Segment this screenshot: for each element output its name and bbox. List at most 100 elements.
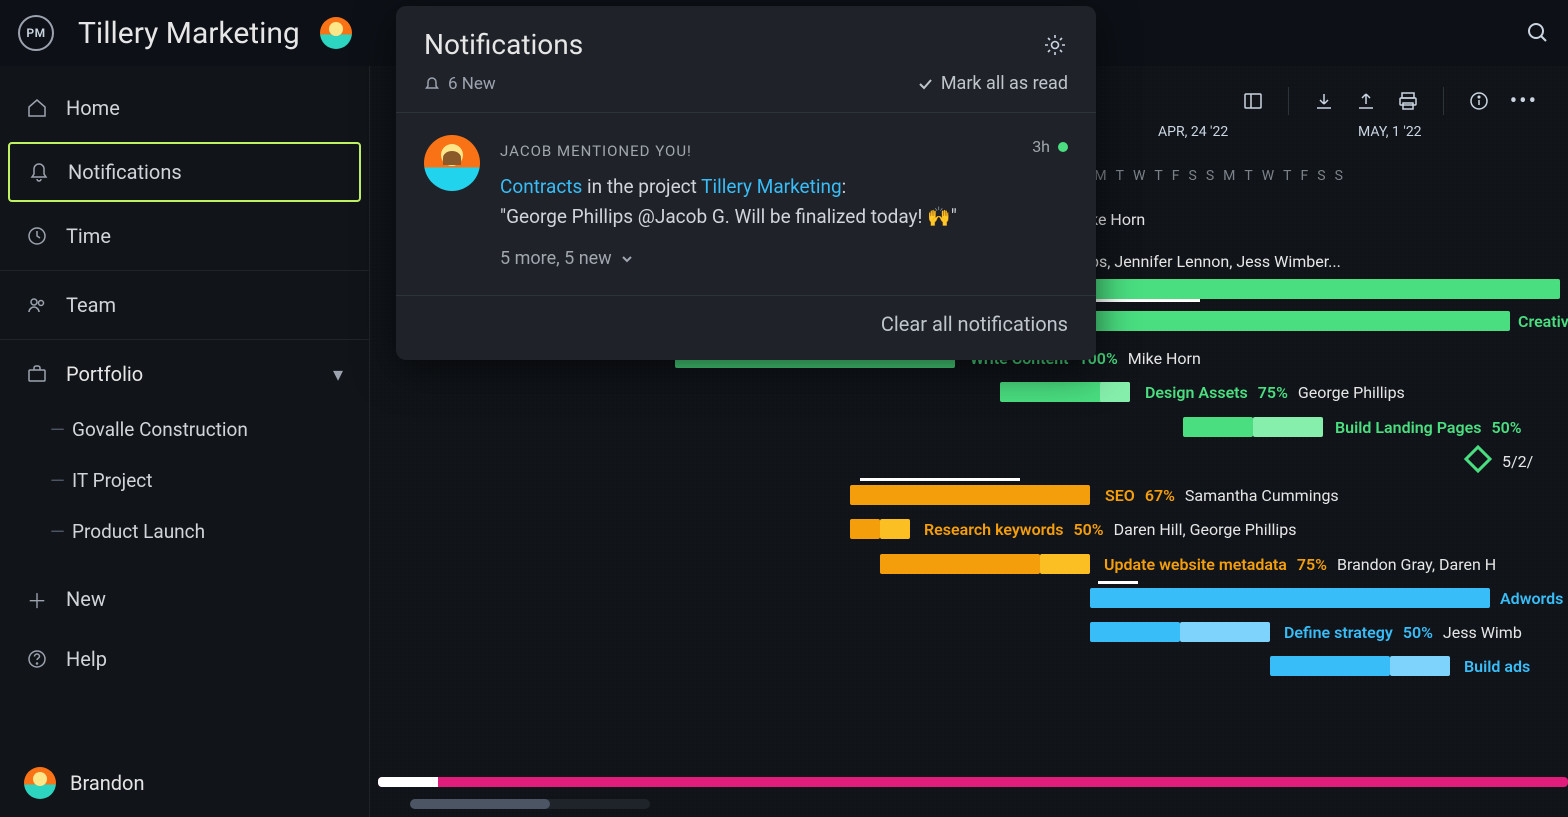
notif-text: :	[842, 175, 847, 198]
gantt-row[interactable]: Adwords	[390, 581, 1568, 615]
gear-icon[interactable]	[1042, 32, 1068, 58]
assignee: ps, Jennifer Lennon, Jess Wimber...	[1090, 252, 1341, 271]
user-avatar-sidebar	[24, 767, 56, 799]
more-icon[interactable]: •••	[1510, 89, 1538, 114]
portfolio-item-product[interactable]: Product Launch	[0, 506, 369, 557]
task-bar[interactable]	[1270, 656, 1390, 676]
nav-time[interactable]: Time	[0, 206, 369, 266]
plus-icon: ＋	[26, 588, 48, 610]
nav-label: Notifications	[68, 160, 182, 184]
gantt-row[interactable]: SEO67%Samantha Cummings	[390, 478, 1568, 512]
progress-line	[1090, 299, 1200, 302]
nav-help[interactable]: Help	[0, 629, 369, 689]
task-bar[interactable]	[1090, 588, 1490, 608]
gantt-row[interactable]: Design Assets75%George Phillips	[390, 375, 1568, 409]
user-avatar-header[interactable]	[320, 17, 352, 49]
bell-icon	[28, 161, 50, 183]
unread-dot-icon	[1058, 142, 1068, 152]
summary-track[interactable]	[378, 777, 1568, 787]
task-label: Update website metadata75%Brandon Gray, …	[1104, 555, 1496, 574]
task-label: SEO67%Samantha Cummings	[1105, 486, 1339, 505]
month-label: APR, 24 '22	[1158, 124, 1228, 140]
separator	[1288, 87, 1289, 115]
progress-line	[860, 478, 1020, 481]
download-icon[interactable]	[1313, 90, 1335, 112]
horizontal-scrollbar[interactable]	[410, 799, 650, 809]
team-icon	[26, 294, 48, 316]
gantt-row[interactable]: Update website metadata75%Brandon Gray, …	[390, 547, 1568, 581]
user-name: Brandon	[70, 771, 145, 795]
task-label: Build Landing Pages50%	[1335, 418, 1522, 437]
mark-all-read[interactable]: Mark all as read	[917, 73, 1068, 94]
task-bar[interactable]	[1090, 622, 1180, 642]
task-bar-remain	[880, 519, 910, 539]
task-bar[interactable]	[880, 554, 1040, 574]
new-count: 6 New	[448, 74, 496, 94]
notification-item[interactable]: JACOB MENTIONED YOU! 3h Contracts in the…	[396, 113, 1096, 295]
notif-text: in the project	[582, 175, 701, 198]
nav-label: Time	[66, 224, 111, 248]
gantt-row[interactable]: Build ads	[390, 649, 1568, 683]
milestone-date: 5/2/	[1502, 452, 1533, 471]
nav-new[interactable]: ＋ New	[0, 569, 369, 629]
gantt-row[interactable]: Build Landing Pages50%	[390, 410, 1568, 444]
help-icon	[26, 648, 48, 670]
gantt-row[interactable]: 5/2/	[390, 444, 1568, 478]
gantt-row[interactable]: Define strategy50%Jess Wimb	[390, 615, 1568, 649]
month-label: MAY, 1 '22	[1358, 124, 1422, 140]
home-icon	[26, 97, 48, 119]
portfolio-item-it[interactable]: IT Project	[0, 455, 369, 506]
print-icon[interactable]	[1397, 90, 1419, 112]
task-label: Design Assets75%George Phillips	[1145, 383, 1405, 402]
nav-home[interactable]: Home	[0, 78, 369, 138]
nav-notifications[interactable]: Notifications	[8, 142, 361, 202]
task-label: Build ads	[1464, 657, 1530, 676]
task-bar[interactable]	[1183, 417, 1253, 437]
task-bar[interactable]	[1090, 311, 1510, 331]
task-bar-remain	[1180, 622, 1270, 642]
search-icon[interactable]	[1526, 21, 1550, 45]
notif-time: 3h	[1032, 135, 1068, 160]
notifications-panel: Notifications 6 New Mark all as read JAC…	[396, 6, 1096, 360]
task-bar[interactable]	[1090, 279, 1560, 299]
upload-icon[interactable]	[1355, 90, 1377, 112]
nav-label: Help	[66, 647, 107, 671]
task-label: Define strategy50%Jess Wimb	[1284, 623, 1522, 642]
sidebar-user[interactable]: Brandon	[0, 749, 369, 817]
task-bar-remain	[1390, 656, 1450, 676]
notif-body-text: "George Phillips @Jacob G. Will be final…	[500, 202, 1068, 231]
assignee: ke Horn	[1090, 210, 1145, 229]
separator	[0, 339, 369, 340]
nav-team[interactable]: Team	[0, 275, 369, 335]
sidebar: Home Notifications Time Team Portfolio ▾…	[0, 66, 370, 817]
link-project[interactable]: Tillery Marketing	[701, 175, 841, 198]
progress-line	[1098, 581, 1138, 584]
milestone-diamond[interactable]	[1464, 445, 1492, 473]
briefcase-icon	[26, 363, 48, 385]
task-bar-remain	[1040, 554, 1090, 574]
app-title: Tillery Marketing	[78, 16, 300, 51]
task-bar-remain	[1253, 417, 1323, 437]
task-bar[interactable]	[850, 485, 1090, 505]
panel-icon[interactable]	[1242, 90, 1264, 112]
nav-label: New	[66, 587, 106, 611]
info-icon[interactable]	[1468, 90, 1490, 112]
day-row: FSSMTWTFSSMTWTFSS	[1043, 168, 1568, 184]
task-bar[interactable]	[850, 519, 880, 539]
nav-portfolio[interactable]: Portfolio ▾	[0, 344, 369, 404]
separator	[0, 270, 369, 271]
app-logo[interactable]: PM	[18, 15, 54, 51]
expand-more[interactable]: 5 more, 5 new	[500, 245, 1068, 273]
nav-label: Portfolio	[66, 362, 143, 386]
portfolio-item-govalle[interactable]: Govalle Construction	[0, 404, 369, 455]
link-contracts[interactable]: Contracts	[500, 175, 582, 198]
nav-label: Home	[66, 96, 120, 120]
sender-avatar	[424, 135, 480, 191]
clock-icon	[26, 225, 48, 247]
gantt-row[interactable]: Research keywords50%Daren Hill, George P…	[390, 512, 1568, 546]
task-bar-remain	[1100, 382, 1130, 402]
task-label: Adwords	[1500, 589, 1563, 608]
clear-all-notifications[interactable]: Clear all notifications	[396, 295, 1096, 356]
chevron-down-icon: ▾	[333, 362, 343, 386]
task-title: Creativ	[1518, 312, 1568, 331]
